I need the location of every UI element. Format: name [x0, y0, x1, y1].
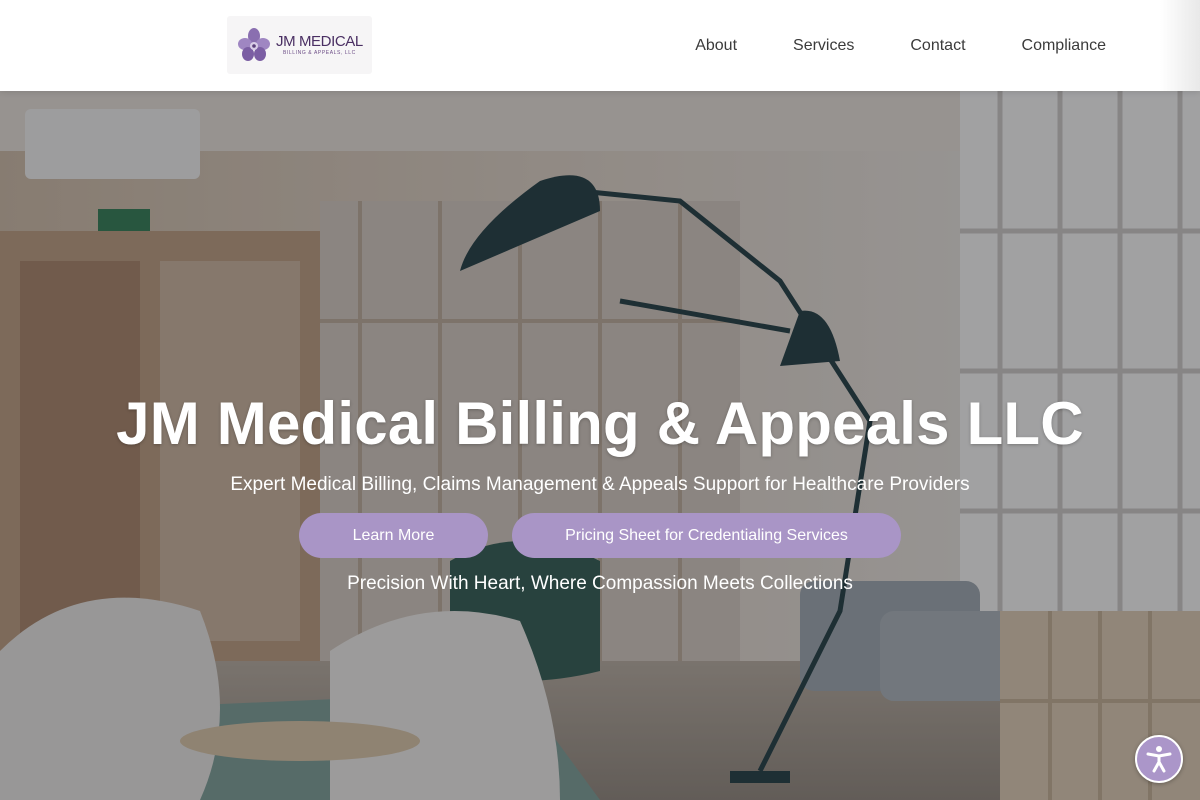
logo-sub-text: BILLING & APPEALS, LLC [282, 49, 356, 56]
accessibility-person-icon [1146, 746, 1172, 773]
hero-tagline: Precision With Heart, Where Compassion M… [347, 573, 853, 594]
nav-link-about[interactable]: About [695, 37, 737, 55]
pricing-sheet-button[interactable]: Pricing Sheet for Credentialing Services [512, 513, 901, 558]
main-nav: About Services Contact Compliance [639, 0, 1106, 91]
nav-link-compliance[interactable]: Compliance [1022, 37, 1106, 55]
logo-text: JM MEDICAL BILLING & APPEALS, LLC [276, 32, 363, 57]
hero-title: JM Medical Billing & Appeals LLC [116, 390, 1084, 457]
orchid-flower-icon [238, 28, 270, 61]
site-header: JM MEDICAL BILLING & APPEALS, LLC About … [0, 0, 1200, 91]
site-logo[interactable]: JM MEDICAL BILLING & APPEALS, LLC [227, 16, 372, 74]
nav-link-contact[interactable]: Contact [910, 37, 965, 55]
hero-subtitle: Expert Medical Billing, Claims Managemen… [230, 474, 970, 495]
hero-section: JM Medical Billing & Appeals LLC Expert … [0, 91, 1200, 800]
learn-more-button[interactable]: Learn More [299, 513, 488, 558]
logo-main-text: JM MEDICAL [276, 32, 363, 50]
nav-link-services[interactable]: Services [793, 37, 854, 55]
accessibility-button[interactable] [1135, 735, 1183, 783]
header-edge-fade [1160, 0, 1200, 91]
